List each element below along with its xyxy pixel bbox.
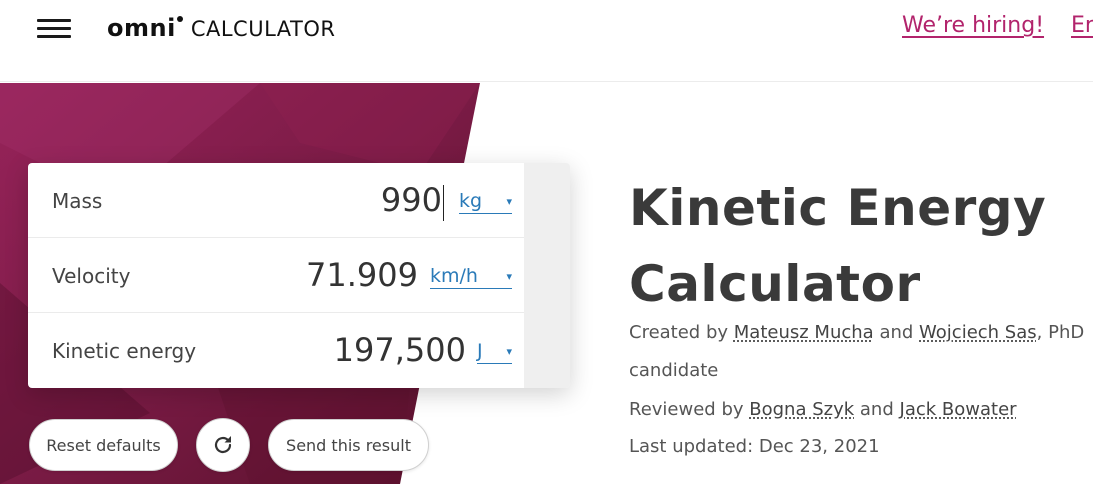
reviewer-link-bogna-szyk[interactable]: Bogna Szyk (749, 399, 854, 420)
kinetic-energy-input[interactable]: 197,500 (334, 331, 466, 369)
text-caret (443, 185, 444, 221)
conjunction: and (879, 322, 914, 343)
page-title-line2: Calculator (629, 255, 921, 313)
kinetic-energy-label: Kinetic energy (52, 339, 197, 363)
created-by-line-2: candidate (629, 360, 719, 381)
created-by-line: Created by Mateusz Mucha and Wojciech Sa… (629, 322, 1084, 343)
logo-subtitle: CALCULATOR (190, 17, 336, 41)
author-link-wojciech-sas[interactable]: Wojciech Sas (919, 322, 1037, 343)
velocity-label: Velocity (52, 264, 131, 288)
omni-logo[interactable]: omni CALCULATOR (107, 14, 335, 42)
kinetic-energy-unit-label: J (477, 340, 483, 362)
mass-row: Mass 990 kg ▾ (28, 163, 524, 238)
kinetic-energy-unit-select[interactable]: J ▾ (477, 340, 512, 364)
conjunction: and (859, 399, 894, 420)
logo-wordmark: omni (107, 14, 176, 42)
page-title: Kinetic Energy Calculator (629, 170, 1089, 322)
created-by-prefix: Created by (629, 322, 729, 343)
author-suffix: , PhD (1036, 322, 1085, 343)
reload-button[interactable] (196, 418, 250, 472)
reset-defaults-button[interactable]: Reset defaults (29, 419, 178, 471)
last-updated: Last updated: Dec 23, 2021 (629, 436, 880, 457)
velocity-row: Velocity 71.909 km/h ▾ (28, 238, 524, 313)
mass-label: Mass (52, 189, 103, 213)
hiring-link[interactable]: We’re hiring! (902, 13, 1044, 38)
velocity-input[interactable]: 71.909 (306, 256, 418, 294)
reload-icon (214, 436, 232, 454)
hamburger-menu-icon[interactable] (37, 17, 71, 41)
language-link[interactable]: En (1071, 13, 1093, 38)
site-header: omni CALCULATOR We’re hiring! En (0, 0, 1093, 82)
chevron-down-icon: ▾ (506, 194, 512, 208)
logo-dot (176, 16, 183, 22)
velocity-unit-label: km/h (430, 265, 478, 287)
author-link-mateusz-mucha[interactable]: Mateusz Mucha (734, 322, 874, 343)
reviewed-by-line: Reviewed by Bogna Szyk and Jack Bowater (629, 399, 1017, 420)
mass-unit-label: kg (459, 190, 483, 212)
send-result-button[interactable]: Send this result (268, 419, 429, 471)
velocity-unit-select[interactable]: km/h ▾ (430, 265, 512, 289)
calculator-card: Mass 990 kg ▾ Velocity 71.909 km/h ▾ Kin… (28, 163, 570, 388)
mass-unit-select[interactable]: kg ▾ (459, 190, 512, 214)
kinetic-energy-row: Kinetic energy 197,500 J ▾ (28, 313, 524, 388)
chevron-down-icon: ▾ (506, 344, 512, 358)
reviewer-link-jack-bowater[interactable]: Jack Bowater (900, 399, 1017, 420)
chevron-down-icon: ▾ (506, 269, 512, 283)
page-title-line1: Kinetic Energy (629, 179, 1047, 237)
mass-input[interactable]: 990 (381, 181, 442, 219)
calculator-side-panel (524, 163, 570, 388)
reviewed-by-prefix: Reviewed by (629, 399, 744, 420)
